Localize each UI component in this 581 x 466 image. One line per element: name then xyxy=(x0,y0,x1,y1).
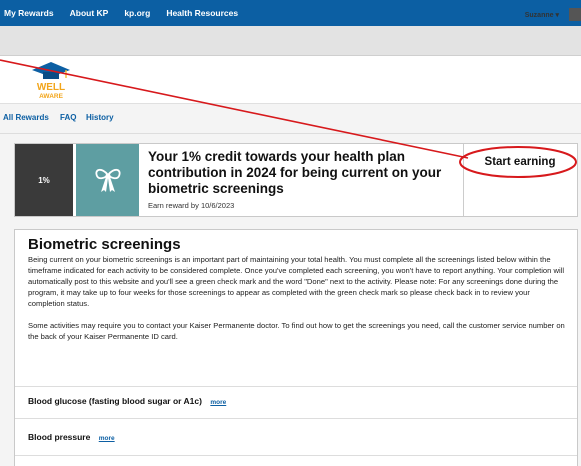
divider xyxy=(15,455,577,456)
activity-label: Blood glucose (fasting blood sugar or A1… xyxy=(28,396,202,406)
activity-label: Blood pressure xyxy=(28,432,91,442)
header-bar xyxy=(0,26,581,56)
logo-band xyxy=(0,56,581,104)
tab-all-rewards[interactable]: All Rewards xyxy=(3,113,49,122)
reward-percent: 1% xyxy=(15,144,73,216)
svg-text:AWARE: AWARE xyxy=(39,93,64,100)
tab-history[interactable]: History xyxy=(86,113,114,122)
nav-health-resources[interactable]: Health Resources xyxy=(166,8,238,18)
chevron-down-icon: ▾ xyxy=(555,12,559,19)
section-title: Biometric screenings xyxy=(28,236,181,253)
user-menu[interactable]: Suzanne ▾ xyxy=(525,11,559,19)
nav-about-kp[interactable]: About KP xyxy=(70,8,109,18)
account-icon[interactable] xyxy=(569,8,581,21)
description-paragraph: Being current on your biometric screenin… xyxy=(28,255,565,308)
top-nav: My Rewards About KP kp.org Health Resour… xyxy=(0,0,581,26)
gift-panel xyxy=(76,144,139,216)
activity-blood-glucose: Blood glucose (fasting blood sugar or A1… xyxy=(28,396,226,406)
divider xyxy=(15,386,577,387)
description-paragraph: Some activities may require you to conta… xyxy=(28,321,565,341)
well-aware-logo: WELL AWARE xyxy=(32,62,70,100)
svg-text:WELL: WELL xyxy=(37,82,65,93)
tab-faq[interactable]: FAQ xyxy=(60,113,76,122)
gift-bow-icon xyxy=(94,168,121,192)
divider xyxy=(15,418,577,419)
start-earning-button[interactable]: Start earning xyxy=(463,144,577,180)
nav-my-rewards[interactable]: My Rewards xyxy=(4,8,54,18)
user-name: Suzanne xyxy=(524,12,554,19)
reward-deadline: Earn reward by 10/6/2023 xyxy=(148,201,235,210)
reward-title: Your 1% credit towards your health plan … xyxy=(148,149,442,196)
more-link[interactable]: more xyxy=(99,435,115,442)
more-link[interactable]: more xyxy=(210,399,226,406)
section-description: Being current on your biometric screenin… xyxy=(28,254,568,353)
nav-kp-org[interactable]: kp.org xyxy=(124,8,150,18)
activity-blood-pressure: Blood pressure more xyxy=(28,432,115,442)
